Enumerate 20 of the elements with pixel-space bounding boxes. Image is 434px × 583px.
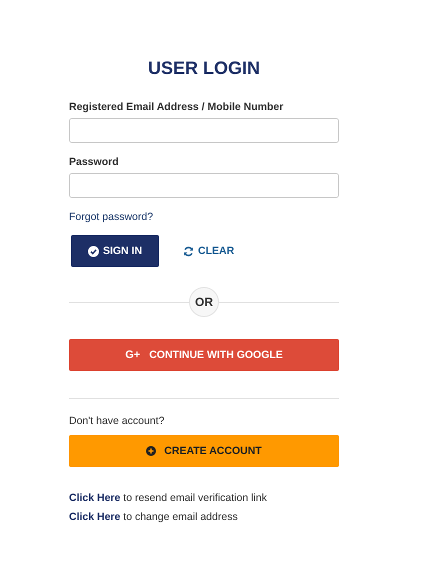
click-here-link[interactable]: Click Here	[69, 492, 120, 504]
input-field[interactable]	[69, 173, 339, 198]
input-field[interactable]	[69, 118, 339, 143]
sign-in-button[interactable]: SIGN IN	[71, 235, 159, 267]
plus-circle-icon	[146, 446, 156, 456]
field-label: Password	[69, 156, 120, 168]
page-title: USER LOGIN	[146, 58, 261, 79]
check-circle-icon	[88, 246, 99, 256]
help-sentence: Click Here to resend email verification link	[69, 492, 268, 504]
prompt-text: Don't have account?	[69, 415, 166, 427]
field-label: Registered Email Address / Mobile Number	[69, 101, 284, 113]
google-plus-icon: G+	[125, 349, 140, 361]
refresh-icon	[183, 246, 194, 256]
click-here-link[interactable]: Click Here	[69, 511, 120, 523]
create-account-button[interactable]: CREATE ACCOUNT	[69, 435, 339, 467]
google-button[interactable]: G+ CONTINUE WITH GOOGLE	[69, 339, 339, 371]
help-sentence: Click Here to change email address	[69, 511, 239, 523]
or-divider-badge: OR	[189, 287, 219, 317]
forgot-password-link[interactable]: Forgot password?	[69, 211, 154, 223]
clear-button[interactable]: CLEAR	[183, 245, 234, 257]
